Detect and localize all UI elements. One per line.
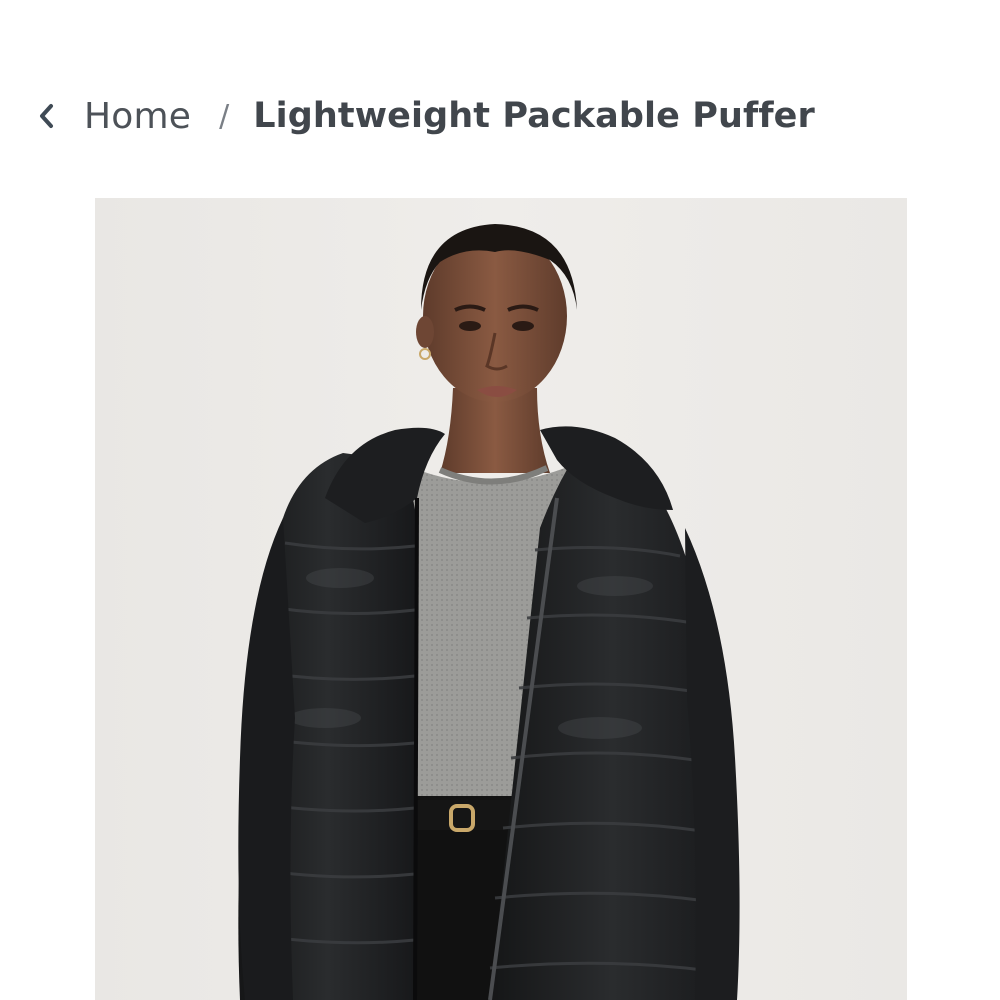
chevron-left-icon <box>40 104 53 128</box>
breadcrumb-current-page: Lightweight Packable Puffer <box>253 96 815 136</box>
product-image[interactable] <box>95 198 907 1000</box>
breadcrumb-separator: / <box>219 98 230 134</box>
back-button[interactable] <box>34 101 58 131</box>
product-photo <box>95 198 907 1000</box>
breadcrumb: Home / Lightweight Packable Puffer <box>34 88 815 144</box>
breadcrumb-home-link[interactable]: Home <box>84 96 191 137</box>
